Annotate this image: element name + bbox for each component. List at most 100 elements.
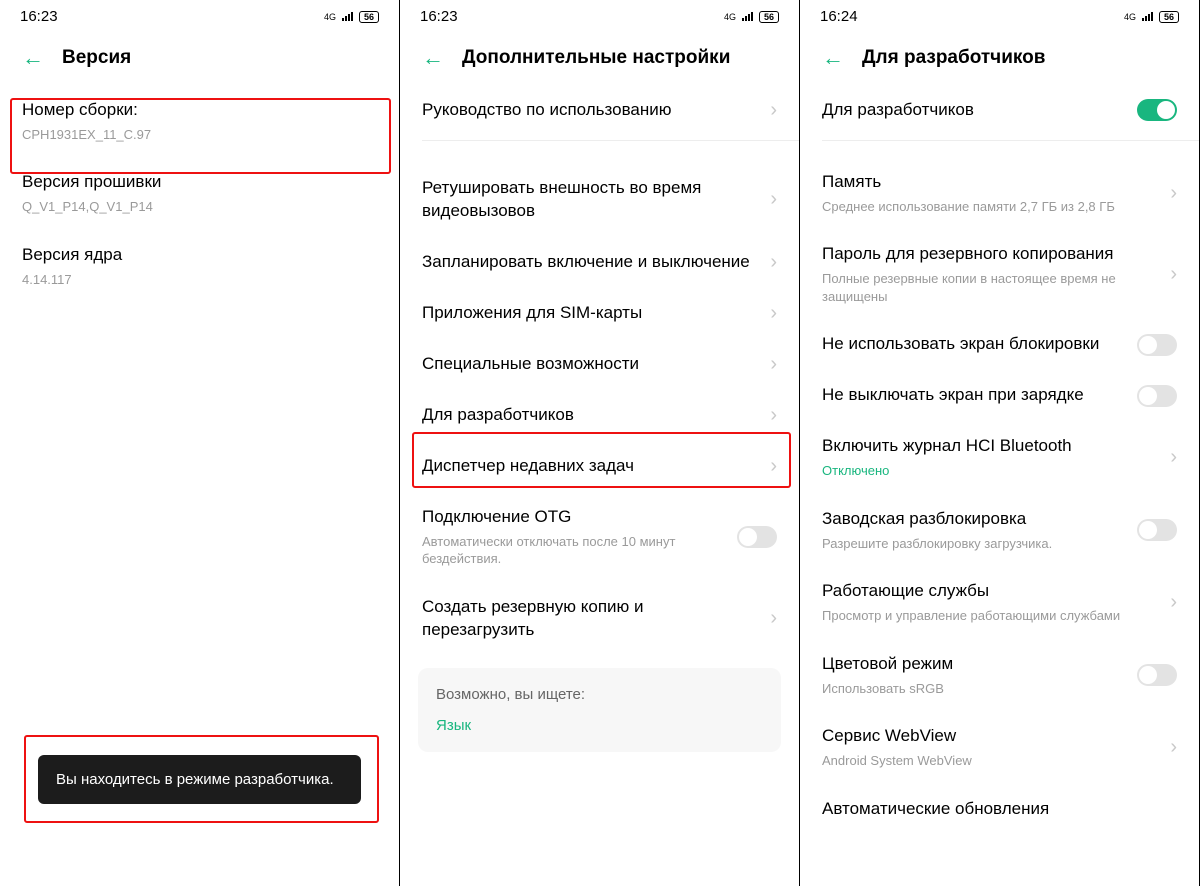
- signal-icon: [1142, 12, 1153, 21]
- row-kernel[interactable]: Версия ядра 4.14.117: [0, 230, 399, 302]
- build-label: Номер сборки:: [22, 99, 367, 122]
- toggle-otg[interactable]: [737, 526, 777, 548]
- row-user-guide[interactable]: Руководство по использованию ›: [400, 85, 799, 136]
- row-backup-password[interactable]: Пароль для резервного копирования Полные…: [800, 229, 1199, 319]
- status-time: 16:23: [20, 8, 58, 25]
- network-label: 4G: [324, 12, 336, 22]
- suggestion-title: Возможно, вы ищете:: [436, 686, 763, 703]
- status-bar: 16:24 4G 56: [800, 0, 1199, 29]
- label: Руководство по использованию: [422, 99, 760, 122]
- label: Память: [822, 171, 1160, 194]
- battery-icon: 56: [359, 11, 379, 23]
- row-recent-tasks[interactable]: Диспетчер недавних задач ›: [400, 441, 799, 492]
- sub: Просмотр и управление работающими служба…: [822, 607, 1160, 625]
- sub: Полные резервные копии в настоящее время…: [822, 270, 1160, 305]
- label: Включить журнал HCI Bluetooth: [822, 435, 1160, 458]
- suggestion-card: Возможно, вы ищете: Язык: [418, 668, 781, 752]
- row-retouch[interactable]: Ретушировать внешность во время видеовыз…: [400, 163, 799, 237]
- label: Специальные возможности: [422, 353, 760, 376]
- header: ← Дополнительные настройки: [400, 29, 799, 85]
- kernel-label: Версия ядра: [22, 244, 367, 267]
- firmware-value: Q_V1_P14,Q_V1_P14: [22, 198, 367, 216]
- row-dev-toggle[interactable]: Для разработчиков: [800, 85, 1199, 136]
- row-developer-options[interactable]: Для разработчиков ›: [400, 390, 799, 441]
- row-build-number[interactable]: Номер сборки: CPH1931EX_11_C.97: [0, 85, 399, 157]
- gap: [800, 145, 1199, 157]
- label: Заводская разблокировка: [822, 508, 1127, 531]
- divider: [822, 140, 1199, 141]
- status-time: 16:24: [820, 8, 858, 25]
- row-color-mode[interactable]: Цветовой режим Использовать sRGB: [800, 639, 1199, 711]
- status-right: 4G 56: [324, 11, 379, 23]
- status-right: 4G 56: [1124, 11, 1179, 23]
- toggle-skip-lock[interactable]: [1137, 334, 1177, 356]
- row-schedule-power[interactable]: Запланировать включение и выключение ›: [400, 237, 799, 288]
- row-memory[interactable]: Память Среднее использование памяти 2,7 …: [800, 157, 1199, 229]
- signal-icon: [742, 12, 753, 21]
- row-backup-reset[interactable]: Создать резервную копию и перезагрузить …: [400, 582, 799, 656]
- toggle-oem-unlock[interactable]: [1137, 519, 1177, 541]
- chevron-right-icon: ›: [1170, 182, 1177, 205]
- sub: Использовать sRGB: [822, 680, 1127, 698]
- row-hci-log[interactable]: Включить журнал HCI Bluetooth Отключено …: [800, 421, 1199, 493]
- label: Ретушировать внешность во время видеовыз…: [422, 177, 760, 223]
- chevron-right-icon: ›: [770, 99, 777, 122]
- row-accessibility[interactable]: Специальные возможности ›: [400, 339, 799, 390]
- label: Сервис WebView: [822, 725, 1160, 748]
- header: ← Для разработчиков: [800, 29, 1199, 85]
- back-arrow-icon[interactable]: ←: [422, 47, 444, 69]
- label: Диспетчер недавних задач: [422, 455, 760, 478]
- header: ← Версия: [0, 29, 399, 85]
- chevron-right-icon: ›: [1170, 446, 1177, 469]
- label: Пароль для резервного копирования: [822, 243, 1160, 266]
- battery-icon: 56: [1159, 11, 1179, 23]
- suggestion-link-language[interactable]: Язык: [436, 717, 763, 734]
- gap: [400, 145, 799, 163]
- sub: Среднее использование памяти 2,7 ГБ из 2…: [822, 198, 1160, 216]
- label: Цветовой режим: [822, 653, 1127, 676]
- status-bar: 16:23 4G 56: [0, 0, 399, 29]
- toggle-color-mode[interactable]: [1137, 664, 1177, 686]
- row-webview[interactable]: Сервис WebView Android System WebView ›: [800, 711, 1199, 783]
- toggle-developer-mode[interactable]: [1137, 99, 1177, 121]
- label: Создать резервную копию и перезагрузить: [422, 596, 760, 642]
- toast-text: Вы находитесь в режиме разработчика.: [56, 771, 334, 788]
- toast-developer-mode: Вы находитесь в режиме разработчика.: [38, 755, 361, 804]
- label: Подключение OTG: [422, 506, 727, 529]
- firmware-label: Версия прошивки: [22, 171, 367, 194]
- toggle-stay-awake[interactable]: [1137, 385, 1177, 407]
- screen-additional-settings: 16:23 4G 56 ← Дополнительные настройки Р…: [400, 0, 800, 886]
- chevron-right-icon: ›: [770, 455, 777, 478]
- back-arrow-icon[interactable]: ←: [822, 47, 844, 69]
- label: Автоматические обновления: [822, 798, 1167, 821]
- row-skip-lock[interactable]: Не использовать экран блокировки: [800, 319, 1199, 370]
- row-sim-apps[interactable]: Приложения для SIM-карты ›: [400, 288, 799, 339]
- label: Не использовать экран блокировки: [822, 333, 1127, 356]
- chevron-right-icon: ›: [1170, 736, 1177, 759]
- chevron-right-icon: ›: [770, 404, 777, 427]
- row-oem-unlock[interactable]: Заводская разблокировка Разрешите разбло…: [800, 494, 1199, 566]
- sub: Android System WebView: [822, 752, 1160, 770]
- page-title: Для разработчиков: [862, 47, 1045, 69]
- label: Запланировать включение и выключение: [422, 251, 760, 274]
- status-time: 16:23: [420, 8, 458, 25]
- row-stay-awake[interactable]: Не выключать экран при зарядке: [800, 370, 1199, 421]
- row-running-services[interactable]: Работающие службы Просмотр и управление …: [800, 566, 1199, 638]
- signal-icon: [342, 12, 353, 21]
- chevron-right-icon: ›: [770, 188, 777, 211]
- label: Для разработчиков: [422, 404, 760, 427]
- label: Приложения для SIM-карты: [422, 302, 760, 325]
- status-bar: 16:23 4G 56: [400, 0, 799, 29]
- label: Не выключать экран при зарядке: [822, 384, 1127, 407]
- screen-developer-options: 16:24 4G 56 ← Для разработчиков Для разр…: [800, 0, 1200, 886]
- chevron-right-icon: ›: [770, 607, 777, 630]
- sub: Автоматически отключать после 10 минут б…: [422, 533, 727, 568]
- sub: Отключено: [822, 462, 1160, 480]
- screen-version: 16:23 4G 56 ← Версия Номер сборки: CPH19…: [0, 0, 400, 886]
- row-otg[interactable]: Подключение OTG Автоматически отключать …: [400, 492, 799, 582]
- row-auto-updates[interactable]: Автоматические обновления: [800, 784, 1199, 835]
- back-arrow-icon[interactable]: ←: [22, 47, 44, 69]
- chevron-right-icon: ›: [770, 251, 777, 274]
- row-firmware[interactable]: Версия прошивки Q_V1_P14,Q_V1_P14: [0, 157, 399, 229]
- sub: Разрешите разблокировку загрузчика.: [822, 535, 1127, 553]
